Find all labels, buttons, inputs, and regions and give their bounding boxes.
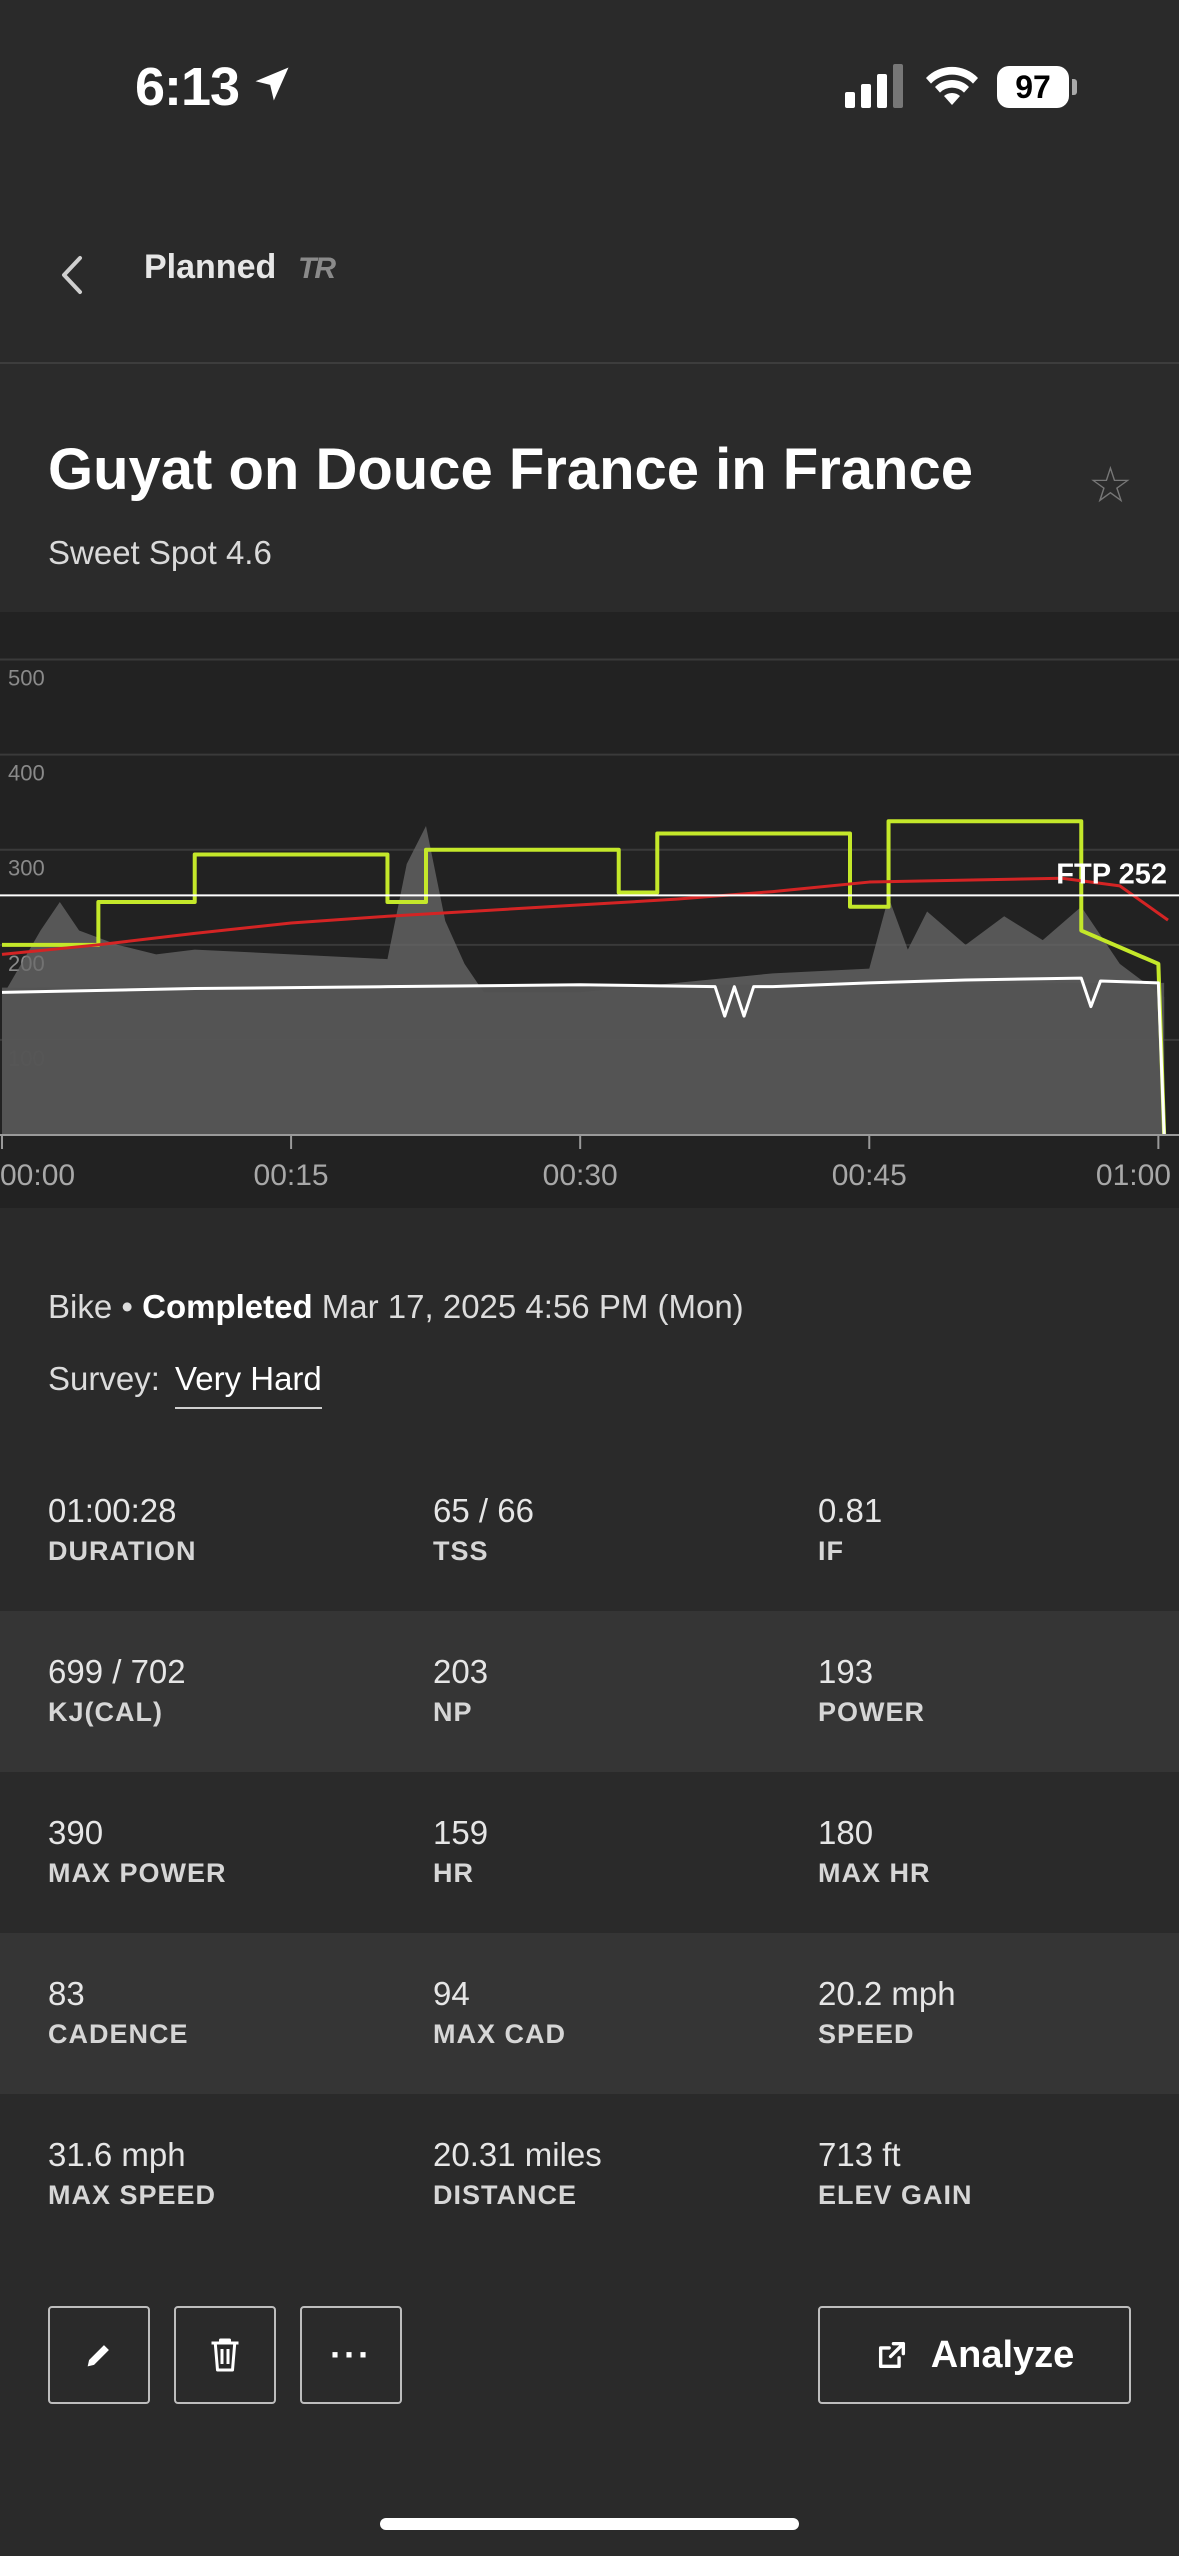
stat-label: NP <box>433 1697 473 1727</box>
stat-label: IF <box>818 1536 844 1566</box>
stat-label: POWER <box>818 1697 926 1727</box>
stats-row: 390 MAX POWER 159 HR 180 MAX HR <box>0 1772 1179 1933</box>
stats-row: 83 CADENCE 94 MAX CAD 20.2 mph SPEED <box>0 1933 1179 2094</box>
chart-area-cadence-area <box>2 982 1165 1135</box>
stat-np: 203 NP <box>433 1653 488 1728</box>
star-icon[interactable]: ☆ <box>1088 460 1133 510</box>
stat-value: 20.31 miles <box>433 2136 602 2173</box>
stat-label: KJ(CAL) <box>48 1697 163 1727</box>
stat-kj: 699 / 702 KJ(CAL) <box>48 1653 186 1728</box>
battery-level: 97 <box>997 66 1069 108</box>
stat-cadence: 83 CADENCE <box>48 1975 189 2050</box>
stat-label: MAX CAD <box>433 2019 566 2049</box>
stat-value: 94 <box>433 1975 470 2012</box>
trainerroad-logo: TR <box>298 252 336 285</box>
stat-label: MAX POWER <box>48 1858 227 1888</box>
workout-subtitle: Sweet Spot 4.6 <box>48 534 272 571</box>
analyze-button[interactable]: Analyze <box>818 2306 1131 2404</box>
stat-duration: 01:00:28 DURATION <box>48 1492 196 1567</box>
x-tick-label: 01:00 <box>1096 1159 1171 1192</box>
stat-value: 193 <box>818 1653 874 1690</box>
x-tick-label: 00:45 <box>832 1159 907 1192</box>
stat-label: DISTANCE <box>433 2180 578 2210</box>
stat-value: 20.2 mph <box>818 1975 956 2012</box>
stat-label: MAX SPEED <box>48 2180 217 2210</box>
status-bar: 6:13 97 <box>0 0 1179 180</box>
stat-max-cad: 94 MAX CAD <box>433 1975 566 2050</box>
stat-label: SPEED <box>818 2019 915 2049</box>
stat-value: 01:00:28 <box>48 1492 177 1529</box>
survey-value[interactable]: Very Hard <box>175 1360 322 1409</box>
stat-value: 713 ft <box>818 2136 901 2173</box>
analyze-label: Analyze <box>930 2333 1075 2376</box>
wifi-icon <box>926 66 978 105</box>
stats-row: 31.6 mph MAX SPEED 20.31 miles DISTANCE 71… <box>0 2094 1179 2255</box>
activity-info: Bike • Completed Mar 17, 2025 4:56 PM (M… <box>48 1288 744 1326</box>
stat-elev-gain: 713 ft ELEV GAIN <box>818 2136 973 2211</box>
activity-sport: Bike <box>48 1288 113 1325</box>
stat-label: CADENCE <box>48 2019 189 2049</box>
trash-icon <box>211 2338 239 2372</box>
external-link-icon <box>878 2341 905 2369</box>
stat-if: 0.81 IF <box>818 1492 882 1567</box>
workout-chart: 500400300200100FTP 25200:0000:1500:3000:… <box>0 612 1179 1208</box>
stat-value: 699 / 702 <box>48 1653 186 1690</box>
stat-power: 193 POWER <box>818 1653 925 1728</box>
stat-value: 0.81 <box>818 1492 883 1529</box>
stat-value: 390 <box>48 1814 104 1851</box>
stat-hr: 159 HR <box>433 1814 488 1889</box>
location-arrow-icon <box>255 67 289 101</box>
stat-value: 65 / 66 <box>433 1492 534 1529</box>
info-separator: • <box>121 1288 133 1325</box>
stat-label: HR <box>433 1858 474 1888</box>
workout-title: Guyat on Douce France in France <box>48 437 973 502</box>
chart-svg: 500400300200100FTP 25200:0000:1500:3000:… <box>0 658 1179 1192</box>
stat-value: 83 <box>48 1975 85 2012</box>
chevron-left-icon[interactable] <box>48 250 98 300</box>
stat-max-speed: 31.6 mph MAX SPEED <box>48 2136 216 2211</box>
cellular-signal-icon <box>845 64 903 108</box>
nav-title: Planned <box>144 248 277 286</box>
x-tick-label: 00:15 <box>254 1159 329 1192</box>
stat-value: 31.6 mph <box>48 2136 186 2173</box>
y-tick-label: 300 <box>8 856 45 881</box>
stats-row: 01:00:28 DURATION 65 / 66 TSS 0.81 IF <box>0 1450 1179 1611</box>
stat-max-hr: 180 MAX HR <box>818 1814 931 1889</box>
stat-distance: 20.31 miles DISTANCE <box>433 2136 602 2211</box>
y-tick-label: 500 <box>8 666 45 691</box>
status-time: 6:13 <box>135 57 240 117</box>
stat-value: 159 <box>433 1814 489 1851</box>
survey-row: Survey: Very Hard <box>48 1360 322 1409</box>
ftp-label: FTP 252 <box>1056 858 1167 890</box>
home-indicator <box>380 2518 799 2530</box>
stat-tss: 65 / 66 TSS <box>433 1492 534 1567</box>
pencil-icon <box>87 2345 109 2367</box>
more-button[interactable]: ··· <box>300 2306 402 2404</box>
more-icon: ··· <box>330 2334 372 2375</box>
survey-label: Survey: <box>48 1360 160 1397</box>
workout-header: Guyat on Douce France in France Sweet Sp… <box>0 364 1179 612</box>
delete-button[interactable] <box>174 2306 276 2404</box>
stats-row: 699 / 702 KJ(CAL) 203 NP 193 POWER <box>0 1611 1179 1772</box>
nav-bar: Planned TR <box>0 200 1179 364</box>
battery-icon: 97 <box>997 66 1077 108</box>
x-tick-label: 00:30 <box>543 1159 618 1192</box>
stat-label: ELEV GAIN <box>818 2180 973 2210</box>
activity-date: Mar 17, 2025 4:56 PM (Mon) <box>321 1288 744 1325</box>
stats-grid: 01:00:28 DURATION 65 / 66 TSS 0.81 IF 699 /… <box>0 1450 1179 2255</box>
edit-button[interactable] <box>48 2306 150 2404</box>
x-tick-label: 00:00 <box>0 1159 75 1192</box>
y-tick-label: 400 <box>8 761 45 786</box>
activity-status: Completed <box>142 1288 313 1325</box>
stat-speed: 20.2 mph SPEED <box>818 1975 956 2050</box>
stat-label: TSS <box>433 1536 489 1566</box>
stat-label: DURATION <box>48 1536 197 1566</box>
stat-max-power: 390 MAX POWER <box>48 1814 227 1889</box>
stat-value: 180 <box>818 1814 874 1851</box>
stat-value: 203 <box>433 1653 489 1690</box>
stat-label: MAX HR <box>818 1858 931 1888</box>
